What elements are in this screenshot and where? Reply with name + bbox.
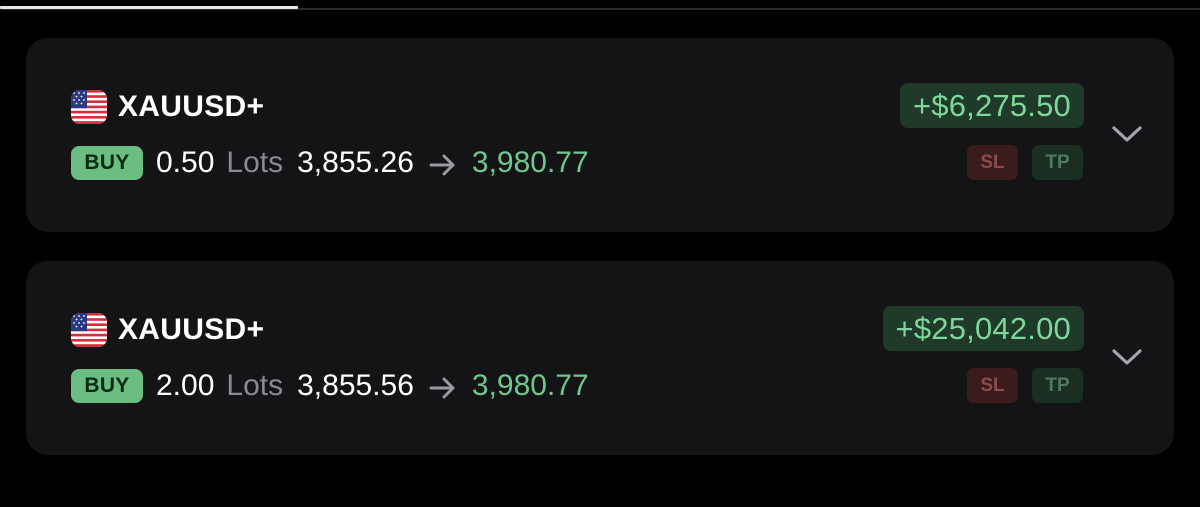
open-price: 3,855.56 [297,369,414,402]
tp-button[interactable]: TP [1032,368,1083,403]
us-flag-icon [71,90,107,124]
sl-button[interactable]: SL [967,145,1018,180]
chevron-down-icon[interactable] [1110,346,1144,368]
sl-button[interactable]: SL [967,368,1018,403]
arrow-right-icon [428,149,458,177]
symbol-name: XAUUSD+ [118,90,265,123]
tab-bar [0,0,1200,12]
lots-value: 0.50 [156,146,215,179]
pnl-badge: +$6,275.50 [899,83,1084,128]
position-card[interactable]: XAUUSD+ BUY 2.00 Lots 3,855.56 3,980.77 … [26,261,1174,455]
chevron-down-icon[interactable] [1110,123,1144,145]
open-price: 3,855.26 [297,146,414,179]
side-badge: BUY [71,146,143,180]
pnl-badge: +$25,042.00 [882,306,1084,351]
lots-value: 2.00 [156,369,215,402]
active-tab-indicator[interactable] [0,6,298,9]
lots-label: Lots [226,146,284,179]
trade-details: 0.50 Lots 3,855.26 3,980.77 [156,142,589,184]
trade-details: 2.00 Lots 3,855.56 3,980.77 [156,365,589,407]
current-price: 3,980.77 [471,146,589,179]
side-badge: BUY [71,369,143,403]
symbol-name: XAUUSD+ [118,313,265,346]
us-flag-icon [71,313,107,347]
tp-button[interactable]: TP [1032,145,1083,180]
current-price: 3,980.77 [471,369,589,402]
lots-label: Lots [226,369,284,402]
arrow-right-icon [428,372,458,400]
position-card[interactable]: XAUUSD+ BUY 0.50 Lots 3,855.26 3,980.77 … [26,38,1174,232]
